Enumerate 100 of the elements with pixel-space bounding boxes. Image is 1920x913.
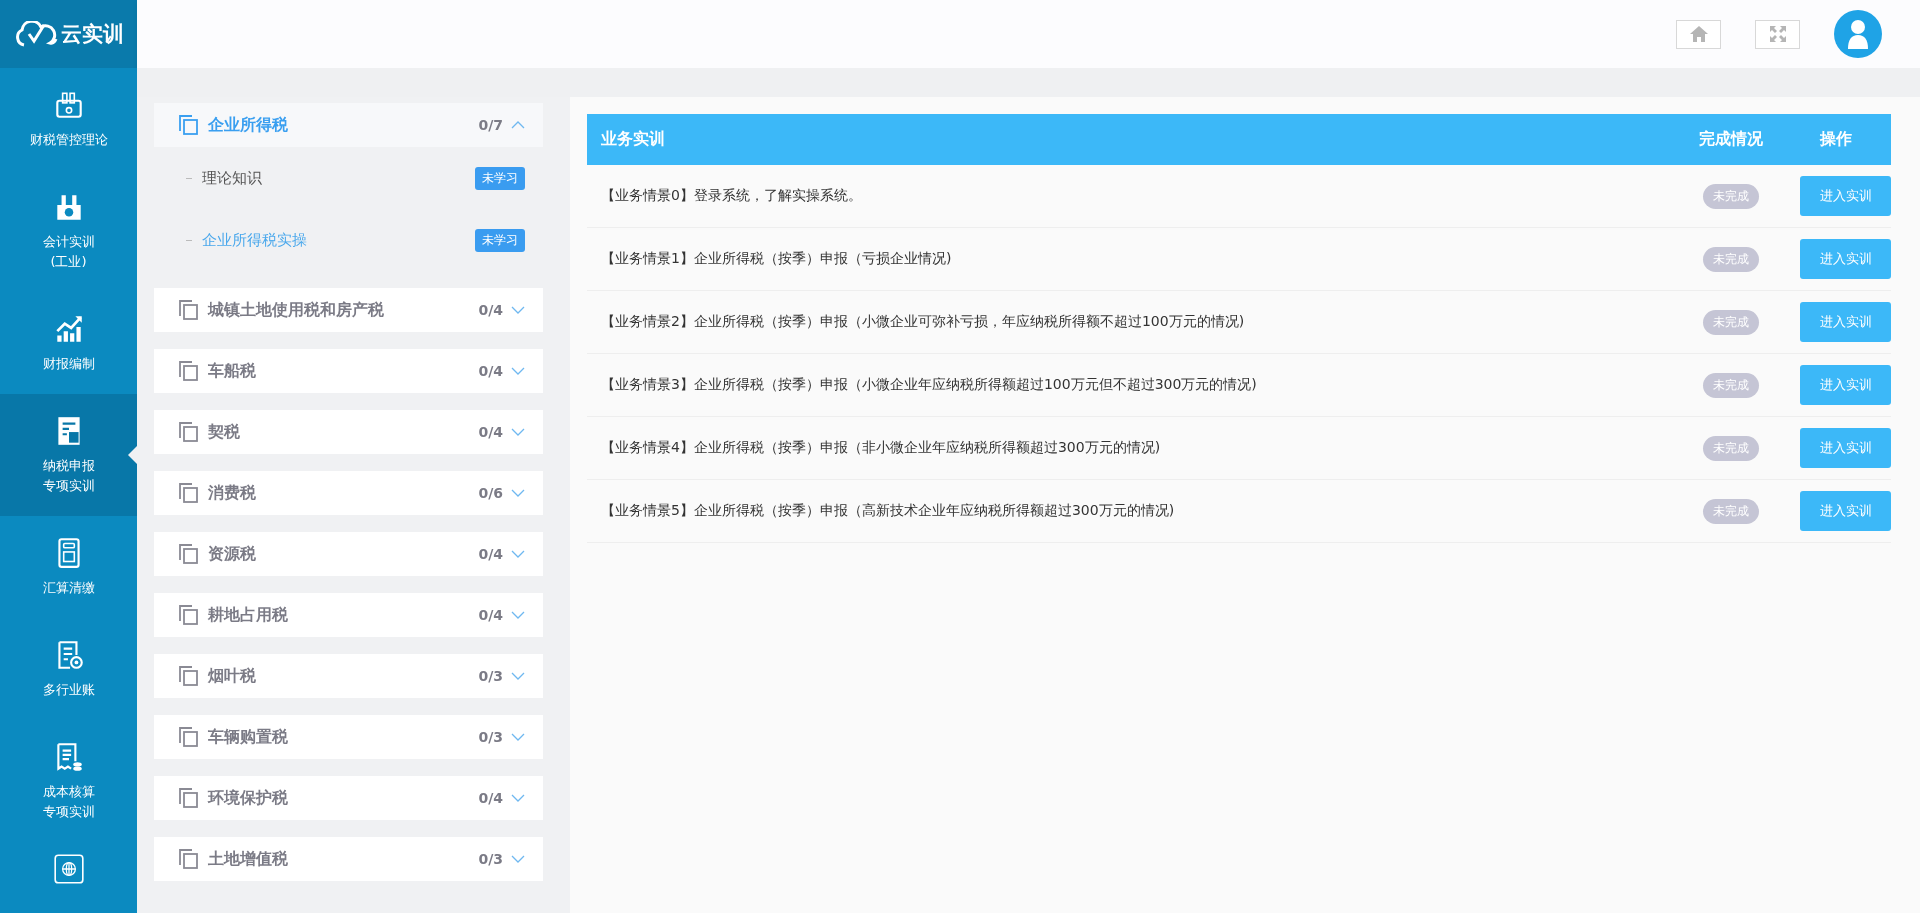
category-title: 企业所得税 <box>208 114 289 136</box>
category-title: 环境保护税 <box>208 787 289 809</box>
scenario-title: 【业务情景3】企业所得税（按季）申报（小微企业年应纳税所得额超过100万元但不超过300万元的情况) <box>600 376 1258 394</box>
copy-icon <box>178 787 200 809</box>
category-header[interactable]: 城镇土地使用税和房产税 0/4 <box>154 288 543 332</box>
category-title: 城镇土地使用税和房产税 <box>208 299 385 321</box>
scenario-title: 【业务情景1】企业所得税（按季）申报（亏损企业情况) <box>600 250 953 268</box>
logo-text: 云实训 <box>60 21 124 48</box>
category-header[interactable]: 环境保护税 0/4 <box>154 776 543 820</box>
status-badge: 未学习 <box>475 228 525 252</box>
category-title: 烟叶税 <box>208 665 257 687</box>
cloud-logo-icon <box>13 21 58 47</box>
chevron-icon <box>511 489 525 497</box>
nav-item[interactable]: 多行业账 <box>0 618 137 720</box>
scenario-title: 【业务情景2】企业所得税（按季）申报（小微企业可弥补亏损，年应纳税所得额不超过100万元的情况) <box>600 313 1246 331</box>
progress-count: 0/6 <box>478 485 503 501</box>
category-header[interactable]: 契税 0/4 <box>154 410 543 454</box>
category-header[interactable]: 车船税 0/4 <box>154 349 543 393</box>
category-title: 土地增值税 <box>208 848 289 870</box>
nav-item[interactable]: 纳税申报 专项实训 <box>0 394 137 516</box>
copy-icon <box>178 114 200 136</box>
category-title: 资源税 <box>208 543 257 565</box>
category-title: 耕地占用税 <box>208 604 289 626</box>
category-title: 车辆购置税 <box>208 726 289 748</box>
nav-item[interactable]: 汇算清缴 <box>0 516 137 618</box>
copy-icon <box>178 726 200 748</box>
progress-count: 0/4 <box>478 424 503 440</box>
progress-count: 0/3 <box>478 729 503 745</box>
lesson-item[interactable]: 企业所得税实操 未学习 <box>154 209 543 271</box>
person-icon <box>1845 18 1871 50</box>
nav-label: 财税管控理论 <box>29 130 108 149</box>
copy-icon <box>178 482 200 504</box>
scenario-title: 【业务情景5】企业所得税（按季）申报（高新技术企业年应纳税所得额超过300万元的情况) <box>600 502 1176 520</box>
nav-label: 多行业账 <box>42 680 95 699</box>
copy-icon <box>178 421 200 443</box>
category-header[interactable]: 车辆购置税 0/3 <box>154 715 543 759</box>
status-badge: 未学习 <box>475 166 525 190</box>
copy-icon <box>178 665 200 687</box>
column-header: 操作 <box>1818 129 1853 150</box>
lesson-title: 企业所得税实操 <box>202 230 308 250</box>
nav-label: 专项实训 <box>42 477 95 495</box>
nav-label: 会计实训 <box>42 232 95 251</box>
nav-label: 专项实训 <box>42 803 95 821</box>
copy-icon <box>178 299 200 321</box>
enter-training-button[interactable]: 进入实训 <box>1800 176 1891 216</box>
chevron-icon <box>511 306 525 314</box>
category-title: 契税 <box>208 421 241 443</box>
progress-count: 0/4 <box>478 607 503 623</box>
category-header[interactable]: 烟叶税 0/3 <box>154 654 543 698</box>
chevron-icon <box>511 733 525 741</box>
enter-training-button[interactable]: 进入实训 <box>1800 491 1891 531</box>
chevron-icon <box>511 855 525 863</box>
enter-training-button[interactable]: 进入实训 <box>1800 302 1891 342</box>
category-header[interactable]: 企业所得税 0/7 <box>154 103 543 147</box>
category-title: 车船税 <box>208 360 257 382</box>
globe-icon <box>51 852 86 886</box>
scenario-title: 【业务情景0】登录系统，了解实操系统。 <box>600 187 863 205</box>
nav-label: (工业) <box>50 253 87 271</box>
progress-count: 0/7 <box>478 117 503 133</box>
scenario-title: 【业务情景4】企业所得税（按季）申报（非小微企业年应纳税所得额超过300万元的情况) <box>600 439 1162 457</box>
progress-count: 0/4 <box>478 363 503 379</box>
enter-training-button[interactable]: 进入实训 <box>1800 428 1891 468</box>
chevron-icon <box>511 550 525 558</box>
chevron-icon <box>511 794 525 802</box>
category-header[interactable]: 资源税 0/4 <box>154 532 543 576</box>
nav-label: 纳税申报 <box>42 456 95 475</box>
chevron-icon <box>511 428 525 436</box>
nav-item[interactable]: 成本核算 专项实训 <box>0 720 137 842</box>
copy-icon <box>178 543 200 565</box>
enter-training-button[interactable]: 进入实训 <box>1800 239 1891 279</box>
fullscreen-button[interactable] <box>1755 19 1800 49</box>
copy-icon <box>178 848 200 870</box>
nav-label: 汇算清缴 <box>42 578 95 597</box>
column-header: 业务实训 <box>600 129 666 150</box>
copy-icon <box>178 604 200 626</box>
home-icon <box>1688 25 1709 43</box>
nav-item[interactable]: 会计实训 (工业) <box>0 170 137 292</box>
progress-count: 0/3 <box>478 851 503 867</box>
chevron-icon <box>511 611 525 619</box>
progress-count: 0/4 <box>478 302 503 318</box>
chevron-icon <box>511 367 525 375</box>
lesson-item[interactable]: 理论知识 未学习 <box>154 147 543 209</box>
lesson-title: 理论知识 <box>202 168 263 188</box>
progress-count: 0/4 <box>478 546 503 562</box>
progress-count: 0/4 <box>478 790 503 806</box>
nav-label: 成本核算 <box>42 782 95 801</box>
category-header[interactable]: 消费税 0/6 <box>154 471 543 515</box>
column-header: 完成情况 <box>1698 129 1764 150</box>
category-header[interactable]: 耕地占用税 0/4 <box>154 593 543 637</box>
progress-count: 0/3 <box>478 668 503 684</box>
copy-icon <box>178 360 200 382</box>
enter-training-button[interactable]: 进入实训 <box>1800 365 1891 405</box>
fullscreen-icon <box>1767 25 1788 43</box>
category-header[interactable]: 土地增值税 0/3 <box>154 837 543 881</box>
user-avatar[interactable] <box>1834 10 1882 58</box>
chevron-icon <box>511 121 525 129</box>
nav-item[interactable]: 财报编制 <box>0 292 137 394</box>
chevron-icon <box>511 672 525 680</box>
nav-item[interactable]: 财税管控理论 <box>0 68 137 170</box>
home-button[interactable] <box>1676 19 1721 49</box>
